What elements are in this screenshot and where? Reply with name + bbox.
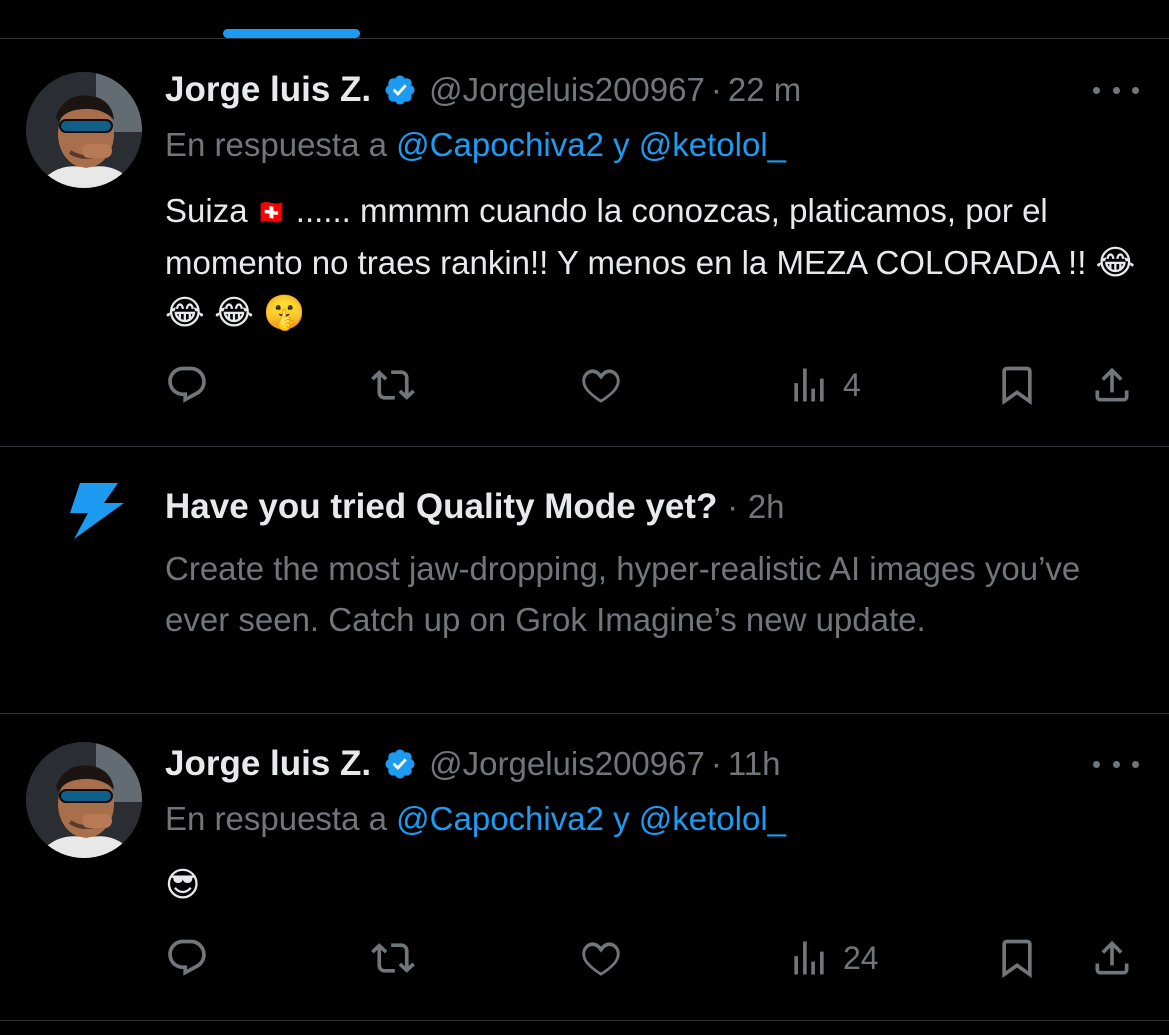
views-count: 4 bbox=[843, 366, 861, 403]
bookmark-button[interactable] bbox=[995, 362, 1039, 408]
reply-button[interactable] bbox=[165, 362, 209, 408]
reply-prefix: En respuesta a bbox=[165, 126, 387, 163]
separator: · bbox=[710, 71, 722, 108]
retweet-button[interactable] bbox=[371, 935, 415, 981]
reply-icon bbox=[168, 939, 206, 976]
author-name[interactable]: Jorge luis Z. bbox=[165, 70, 371, 110]
flag-emoji: 🇨🇭 bbox=[256, 199, 287, 227]
tweet-text-part: ...... mmmm cuando la conozcas, platicam… bbox=[165, 192, 1087, 282]
tweet-actions: 4 bbox=[165, 362, 1137, 408]
tweet-header: Jorge luis Z. @Jorgeluis200967 · 22 m bbox=[165, 70, 801, 110]
retweet-button[interactable] bbox=[371, 362, 415, 408]
tweet-header: Jorge luis Z. @Jorgeluis200967 · 11h bbox=[165, 744, 780, 784]
like-icon bbox=[582, 942, 620, 976]
tweet-text-part: Suiza bbox=[165, 192, 248, 229]
bookmark-icon bbox=[1002, 939, 1032, 979]
timestamp[interactable]: 22 m bbox=[728, 71, 801, 109]
promo-time: 2h bbox=[747, 488, 785, 525]
author-name[interactable]: Jorge luis Z. bbox=[165, 744, 371, 784]
active-tab-indicator bbox=[223, 29, 360, 38]
like-icon bbox=[582, 369, 620, 403]
separator: · bbox=[710, 745, 722, 782]
separator: · bbox=[727, 488, 739, 525]
avatar[interactable] bbox=[26, 72, 142, 188]
views-button[interactable]: 24 bbox=[787, 935, 879, 981]
more-options-icon[interactable] bbox=[1093, 749, 1139, 779]
retweet-icon bbox=[371, 370, 415, 400]
author-handle[interactable]: @Jorgeluis200967 bbox=[429, 71, 705, 109]
mention-link[interactable]: @Capochiva2 bbox=[396, 800, 604, 837]
mention-link[interactable]: @Capochiva2 bbox=[396, 126, 604, 163]
avatar[interactable] bbox=[26, 742, 142, 858]
bookmark-icon bbox=[1002, 366, 1032, 406]
share-icon bbox=[1095, 940, 1129, 975]
promo-text: Create the most jaw-dropping, hyper-real… bbox=[165, 550, 1081, 638]
reply-prefix: En respuesta a bbox=[165, 800, 387, 837]
share-icon bbox=[1095, 367, 1129, 402]
tweet-emojis: 😎 bbox=[165, 866, 201, 904]
promo-title-line: Have you tried Quality Mode yet? · 2h bbox=[165, 487, 785, 527]
promo-title[interactable]: Have you tried Quality Mode yet? bbox=[165, 487, 717, 526]
reply-button[interactable] bbox=[165, 935, 209, 981]
reply-context: En respuesta a @Capochiva2 y @ketolol_ bbox=[165, 126, 786, 164]
views-count: 24 bbox=[843, 939, 879, 976]
lightning-bolt-icon bbox=[70, 483, 124, 539]
divider bbox=[0, 446, 1169, 447]
verified-badge-icon bbox=[383, 73, 417, 107]
like-button[interactable] bbox=[579, 362, 623, 408]
share-button[interactable] bbox=[1090, 935, 1134, 981]
reply-conjunction: y bbox=[613, 800, 630, 837]
retweet-icon bbox=[371, 943, 415, 973]
share-button[interactable] bbox=[1090, 362, 1134, 408]
views-icon bbox=[794, 368, 824, 402]
like-button[interactable] bbox=[579, 935, 623, 981]
timestamp[interactable]: 11h bbox=[728, 745, 781, 783]
verified-badge-icon bbox=[383, 747, 417, 781]
more-options-icon[interactable] bbox=[1093, 75, 1139, 105]
divider bbox=[0, 38, 1169, 39]
mention-link[interactable]: @ketolol_ bbox=[639, 126, 786, 163]
tweet-text: Suiza 🇨🇭 ...... mmmm cuando la conozcas,… bbox=[165, 186, 1145, 338]
bookmark-button[interactable] bbox=[995, 935, 1039, 981]
views-button[interactable]: 4 bbox=[787, 362, 861, 408]
divider bbox=[0, 1020, 1169, 1021]
mention-link[interactable]: @ketolol_ bbox=[639, 800, 786, 837]
tweet-actions: 24 bbox=[165, 935, 1137, 981]
reply-conjunction: y bbox=[613, 126, 630, 163]
tweet-text: 😎 bbox=[165, 860, 1145, 910]
views-icon bbox=[794, 941, 824, 975]
reply-context: En respuesta a @Capochiva2 y @ketolol_ bbox=[165, 800, 786, 838]
divider bbox=[0, 713, 1169, 714]
reply-icon bbox=[168, 366, 206, 403]
author-handle[interactable]: @Jorgeluis200967 bbox=[429, 745, 705, 783]
